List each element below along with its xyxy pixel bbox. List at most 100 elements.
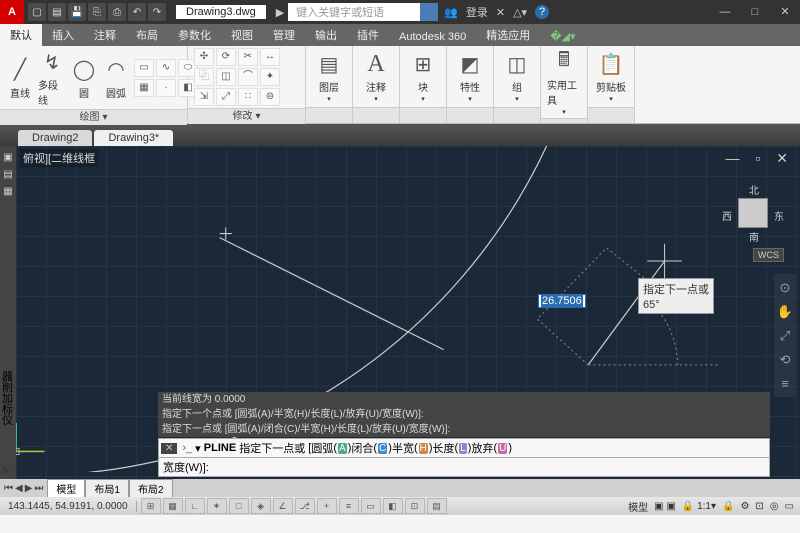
explode-icon[interactable]: ✦ [260,68,280,86]
am-toggle[interactable]: ▤ [427,498,447,514]
doctab-drawing2[interactable]: Drawing2 [18,130,92,146]
tab-insert[interactable]: 插入 [42,24,84,46]
copy-icon[interactable]: ⿻ [194,68,214,86]
signin-button[interactable]: 登录 [466,4,488,20]
mirror-icon[interactable]: ◫ [216,68,236,86]
grid-toggle[interactable]: ▦ [163,498,183,514]
trim-icon[interactable]: ✂ [238,48,258,66]
help-icon[interactable]: ? [535,5,549,19]
move-icon[interactable]: ✣ [194,48,214,66]
block-button[interactable]: ⊞块▾ [406,50,440,103]
qat-new-icon[interactable]: ▢ [28,3,46,21]
stretch-icon[interactable]: ⇲ [194,88,214,106]
chevron-right-icon[interactable]: ›_ [179,442,195,454]
tool-icon[interactable]: ▦ [3,186,12,197]
tab-manage[interactable]: 管理 [263,24,305,46]
help-search-input[interactable]: 键入关键字或短语 [288,3,438,21]
qat-print-icon[interactable]: ⎙ [108,3,126,21]
cleanscreen-icon[interactable]: ▭ [785,501,794,512]
point-icon[interactable]: ∙ [156,79,176,97]
qat-save-icon[interactable]: 💾 [68,3,86,21]
close-button[interactable]: ✕ [770,0,800,24]
maximize-button[interactable]: □ [740,0,770,24]
layout-quickview-icon[interactable]: ▣ ▣ [654,501,676,512]
annoscale-button[interactable]: 🔒 1:1▾ [682,501,716,512]
3dosnap-toggle[interactable]: ◈ [251,498,271,514]
layout-nav-next-icon[interactable]: ▶ [25,483,33,494]
rect-icon[interactable]: ▭ [134,59,154,77]
qp-toggle[interactable]: ◧ [383,498,403,514]
ducs-toggle[interactable]: ⎇ [295,498,315,514]
tab-annotate[interactable]: 注释 [84,24,126,46]
exchange-icon[interactable]: ✕ [496,6,505,19]
annotate-button[interactable]: A注释▾ [359,50,393,103]
ortho-toggle[interactable]: ∟ [185,498,205,514]
tpy-toggle[interactable]: ▭ [361,498,381,514]
tab-output[interactable]: 输出 [305,24,347,46]
dyn-toggle[interactable]: + [317,498,337,514]
command-line[interactable]: ✕ ›_ ▾ PLINE 指定下一点或 [ 圆弧(A) 闭合(C) 半宽(H) … [158,438,770,458]
layout-tab-layout2[interactable]: 布局2 [129,479,173,498]
chevron-down-icon[interactable]: ▾ [255,109,260,124]
lwt-toggle[interactable]: ≡ [339,498,359,514]
tab-default[interactable]: 默认 [0,24,42,46]
layout-nav-last-icon[interactable]: ⏭ [34,483,43,494]
osnap-toggle[interactable]: □ [229,498,249,514]
annovis-icon[interactable]: 🔒 [722,501,734,512]
otrack-toggle[interactable]: ∠ [273,498,293,514]
command-expand-icon[interactable]: ▾ [195,442,201,455]
minimize-button[interactable]: — [710,0,740,24]
properties-button[interactable]: ◩特性▾ [453,50,487,103]
hardware-accel-icon[interactable]: ⊡ [755,501,763,512]
fx-icon[interactable]: fx [2,466,10,477]
scale-icon[interactable]: ⤢ [216,88,236,106]
tool-icon[interactable]: ▣ [3,152,12,163]
ribbon: ╱直线 ↯多段线 ◯圆 ◠圆弧 ▭∿⬭ ▦∙◧ 绘图▾ ✣⟳✂↔ ⿻◫⌒✦ ⇲⤢… [0,46,800,124]
tab-a360[interactable]: Autodesk 360 [389,28,476,46]
a360-icon[interactable]: △▾ [513,6,527,19]
tab-view[interactable]: 视图 [221,24,263,46]
layer-button[interactable]: ▤图层▾ [312,50,346,103]
layout-nav-first-icon[interactable]: ⏮ [4,483,13,494]
isolate-icon[interactable]: ◎ [770,501,779,512]
extend-icon[interactable]: ↔ [260,48,280,66]
clipboard-button[interactable]: 📋剪贴板▾ [594,50,628,103]
group-button[interactable]: ◫组▾ [500,50,534,103]
polar-toggle[interactable]: ✶ [207,498,227,514]
rotate-icon[interactable]: ⟳ [216,48,236,66]
fillet-icon[interactable]: ⌒ [238,68,258,86]
app-logo[interactable]: A [0,0,24,24]
workspace-icon[interactable]: ⚙ [740,501,749,512]
infocenter-icon[interactable]: 👥 [444,6,458,19]
arc-button[interactable]: ◠圆弧 [102,56,130,100]
polyline-button[interactable]: ↯多段线 [38,48,66,107]
array-icon[interactable]: ∷ [238,88,258,106]
layout-nav-prev-icon[interactable]: ◀ [15,483,23,494]
snap-toggle[interactable]: ⊞ [141,498,161,514]
qat-undo-icon[interactable]: ↶ [128,3,146,21]
tab-plugins[interactable]: 插件 [347,24,389,46]
qat-saveas-icon[interactable]: ⎘ [88,3,106,21]
tab-parametric[interactable]: 参数化 [168,24,221,46]
spline-icon[interactable]: ∿ [156,59,176,77]
qat-redo-icon[interactable]: ↷ [148,3,166,21]
chevron-down-icon[interactable]: ▾ [102,110,107,125]
tab-layout[interactable]: 布局 [126,24,168,46]
line-button[interactable]: ╱直线 [6,56,34,100]
tool-icon[interactable]: ▤ [3,169,12,180]
coordinates-readout[interactable]: 143.1445, 54.9191, 0.0000 [0,501,137,512]
layout-tab-layout1[interactable]: 布局1 [85,479,129,498]
sc-toggle[interactable]: ⊡ [405,498,425,514]
qat-open-icon[interactable]: ▤ [48,3,66,21]
utilities-button[interactable]: 🖩实用工具▾ [547,48,581,116]
tab-expand-icon[interactable]: �◢▾ [540,27,585,46]
dynamic-input[interactable]: 26.7506 [538,294,586,308]
circle-button[interactable]: ◯圆 [70,56,98,100]
doctab-drawing3[interactable]: Drawing3* [94,130,173,146]
offset-icon[interactable]: ⊜ [260,88,280,106]
tab-featured[interactable]: 精选应用 [476,24,540,46]
layout-tab-model[interactable]: 模型 [47,479,85,498]
modelspace-button[interactable]: 模型 [628,499,648,514]
hatch-icon[interactable]: ▦ [134,79,154,97]
close-icon[interactable]: ✕ [161,443,177,454]
